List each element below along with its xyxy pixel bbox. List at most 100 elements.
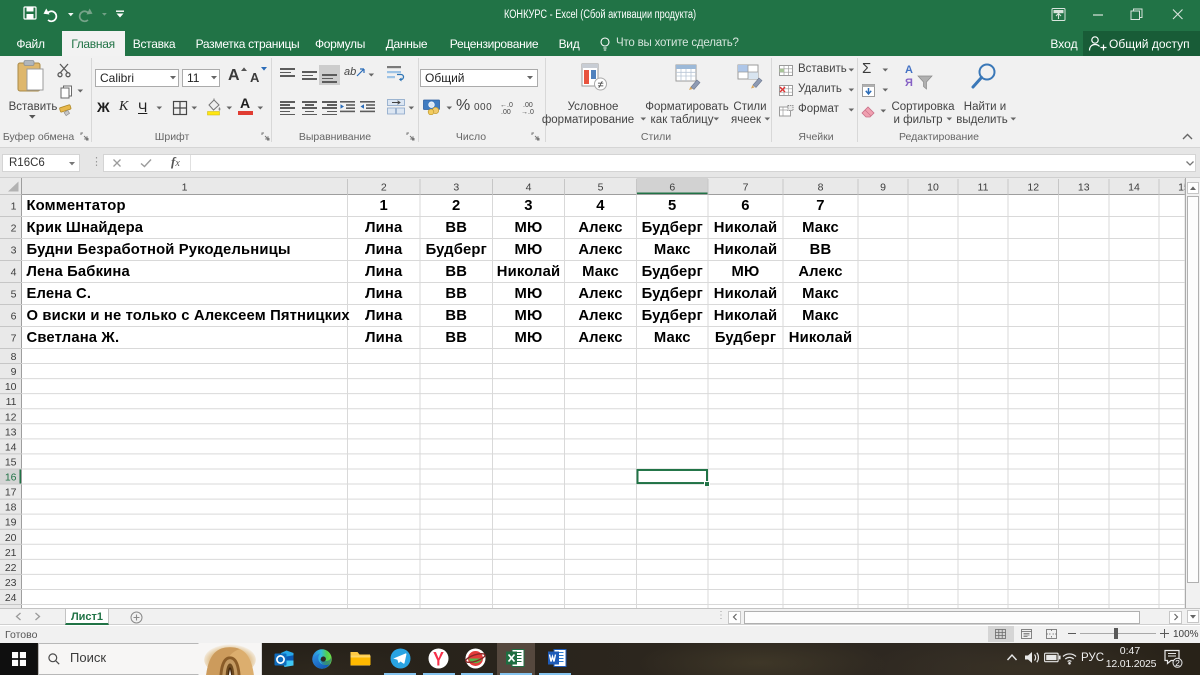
svg-text:ВВ: ВВ [445, 308, 467, 324]
svg-text:Будберг: Будберг [642, 220, 703, 236]
svg-text:7: 7 [816, 198, 824, 214]
svg-text:.00: .00 [501, 109, 511, 115]
svg-text:20: 20 [5, 532, 17, 544]
svg-text:Алекс: Алекс [578, 330, 622, 346]
svg-text:Лина: Лина [365, 242, 403, 258]
svg-text:МЮ: МЮ [515, 286, 543, 302]
svg-text:.00: .00 [523, 102, 533, 109]
svg-text:Лина: Лина [365, 308, 403, 324]
svg-text:Комментатор: Комментатор [27, 198, 126, 214]
svg-text:1: 1 [182, 182, 188, 194]
svg-text:Будберг: Будберг [642, 308, 703, 324]
svg-text:6: 6 [741, 198, 749, 214]
svg-text:12: 12 [5, 411, 17, 423]
svg-text:Алекс: Алекс [578, 242, 622, 258]
svg-text:Светлана Ж.: Светлана Ж. [27, 330, 120, 346]
svg-text:ВВ: ВВ [810, 242, 832, 258]
svg-text:2: 2 [1175, 658, 1180, 668]
svg-text:11: 11 [978, 182, 989, 194]
svg-text:Макс: Макс [654, 242, 691, 258]
svg-text:18: 18 [5, 502, 17, 514]
svg-text:23: 23 [5, 577, 17, 589]
svg-text:7: 7 [743, 182, 749, 194]
svg-text:10: 10 [5, 381, 17, 393]
svg-text:9: 9 [880, 182, 886, 194]
svg-text:14: 14 [1128, 182, 1140, 194]
svg-text:Лена Бабкина: Лена Бабкина [27, 264, 131, 280]
svg-text:4: 4 [526, 182, 532, 194]
svg-text:16: 16 [5, 472, 17, 484]
svg-text:Николай: Николай [714, 308, 777, 324]
svg-text:Я: Я [905, 77, 913, 89]
svg-text:Будберг: Будберг [715, 330, 776, 346]
svg-text:1: 1 [11, 201, 17, 213]
svg-text:8: 8 [11, 351, 17, 363]
svg-text:Крик Шнайдера: Крик Шнайдера [27, 220, 144, 236]
svg-text:≠: ≠ [598, 79, 604, 91]
svg-text:Будберг: Будберг [642, 264, 703, 280]
svg-text:11: 11 [6, 396, 17, 408]
svg-text:МЮ: МЮ [515, 220, 543, 236]
svg-text:2: 2 [11, 223, 17, 235]
svg-text:Будни Безработной Рукодельницы: Будни Безработной Рукодельницы [27, 242, 291, 258]
svg-text:2: 2 [452, 198, 460, 214]
svg-text:Макс: Макс [582, 264, 619, 280]
svg-text:МЮ: МЮ [515, 308, 543, 324]
svg-text:13: 13 [5, 426, 17, 438]
svg-text:3: 3 [11, 245, 17, 257]
svg-text:Николай: Николай [714, 242, 777, 258]
svg-text:6: 6 [11, 311, 17, 323]
svg-text:3: 3 [524, 198, 532, 214]
svg-text:Алекс: Алекс [578, 220, 622, 236]
svg-text:15: 15 [5, 456, 17, 468]
svg-text:22: 22 [5, 562, 17, 574]
svg-text:10: 10 [927, 182, 939, 194]
svg-text:5: 5 [598, 182, 604, 194]
svg-text:19: 19 [5, 517, 17, 529]
svg-text:4: 4 [11, 267, 17, 279]
svg-text:МЮ: МЮ [515, 330, 543, 346]
svg-text:Лина: Лина [365, 220, 403, 236]
svg-text:Николай: Николай [714, 286, 777, 302]
svg-text:13: 13 [1078, 182, 1090, 194]
svg-text:Николай: Николай [789, 330, 852, 346]
svg-text:6: 6 [669, 182, 675, 194]
svg-text:Николай: Николай [497, 264, 560, 280]
svg-text:21: 21 [5, 547, 17, 559]
svg-text:3: 3 [453, 182, 459, 194]
svg-text:Лина: Лина [365, 330, 403, 346]
svg-text:Макс: Макс [802, 308, 839, 324]
svg-text:←.0: ←.0 [500, 102, 513, 109]
svg-text:Николай: Николай [714, 220, 777, 236]
svg-text:Алекс: Алекс [578, 286, 622, 302]
svg-text:Будберг: Будберг [426, 242, 487, 258]
svg-text:МЮ: МЮ [732, 264, 760, 280]
svg-text:Лина: Лина [365, 264, 403, 280]
svg-text:ВВ: ВВ [445, 286, 467, 302]
svg-text:→.0: →.0 [521, 109, 534, 115]
svg-text:8: 8 [818, 182, 824, 194]
svg-text:Будберг: Будберг [642, 286, 703, 302]
svg-text:О виски и не только с Алексеем: О виски и не только с Алексеем Пятницких [27, 308, 351, 324]
svg-text:17: 17 [5, 487, 17, 499]
svg-text:14: 14 [5, 441, 17, 453]
svg-text:5: 5 [11, 289, 17, 301]
svg-text:24: 24 [5, 592, 17, 604]
svg-text:Лина: Лина [365, 286, 403, 302]
svg-text:2: 2 [381, 182, 387, 194]
svg-text:7: 7 [11, 333, 17, 345]
svg-text:Макс: Макс [802, 286, 839, 302]
svg-text:ВВ: ВВ [445, 220, 467, 236]
svg-text:1: 1 [380, 198, 388, 214]
svg-text:Алекс: Алекс [578, 308, 622, 324]
svg-text:МЮ: МЮ [515, 242, 543, 258]
svg-text:12: 12 [1027, 182, 1039, 194]
svg-text:4: 4 [596, 198, 605, 214]
svg-text:9: 9 [11, 366, 17, 378]
svg-text:ВВ: ВВ [445, 330, 467, 346]
svg-text:Макс: Макс [802, 220, 839, 236]
svg-text:Алекс: Алекс [798, 264, 842, 280]
svg-text:5: 5 [668, 198, 676, 214]
svg-text:ВВ: ВВ [445, 264, 467, 280]
svg-text:Елена С.: Елена С. [27, 286, 92, 302]
